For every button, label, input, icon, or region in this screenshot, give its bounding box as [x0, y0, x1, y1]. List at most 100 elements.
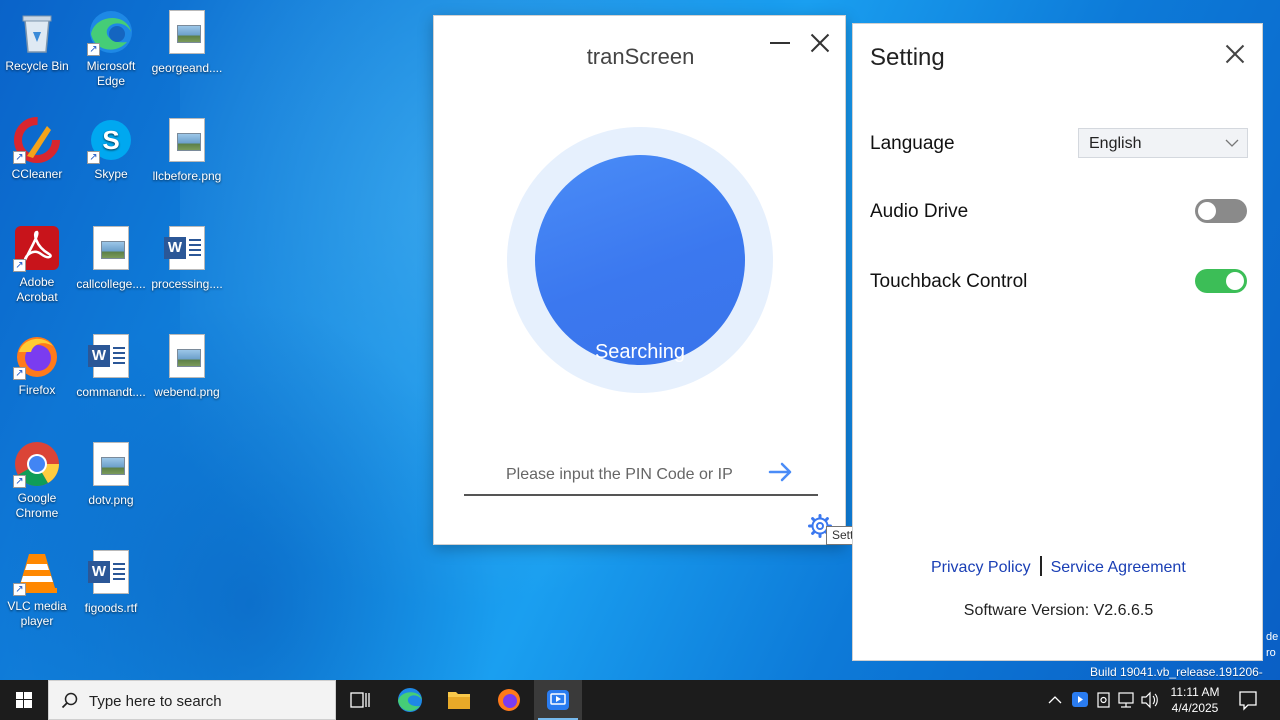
notification-icon	[1239, 691, 1257, 711]
desktop-icon-label: Firefox	[18, 383, 56, 397]
start-button[interactable]	[0, 680, 48, 720]
search-icon	[61, 692, 78, 709]
desktop-icon-label: Recycle Bin	[5, 59, 69, 73]
taskbar-edge[interactable]	[386, 680, 434, 720]
desktop-icon-dotv[interactable]: dotv.png	[73, 440, 149, 508]
toggle-knob	[1198, 202, 1216, 220]
desktop-icon-firefox[interactable]: ↗ Firefox	[0, 332, 75, 398]
notification-center-button[interactable]	[1234, 680, 1262, 720]
search-placeholder: Type here to search	[89, 693, 222, 710]
tray-volume[interactable]	[1139, 680, 1161, 720]
shortcut-arrow-icon: ↗	[13, 151, 26, 164]
desktop-icon-commandt[interactable]: W commandt....	[73, 332, 149, 400]
shortcut-arrow-icon: ↗	[13, 583, 26, 596]
privacy-policy-link[interactable]: Privacy Policy	[931, 559, 1031, 576]
settings-close-button[interactable]	[1223, 42, 1247, 66]
edge-icon: ↗	[87, 8, 135, 56]
desktop-icon-georgeand[interactable]: georgeand....	[149, 8, 225, 76]
desktop-icon-label: VLC media player	[7, 599, 67, 628]
language-label: Language	[870, 133, 955, 154]
network-icon	[1118, 692, 1134, 708]
taskbar-transcreen[interactable]	[534, 680, 582, 720]
taskbar-file-explorer[interactable]	[435, 680, 483, 720]
touchback-control-toggle[interactable]	[1195, 269, 1247, 293]
tray-device[interactable]	[1093, 680, 1115, 720]
task-view-button[interactable]	[336, 680, 384, 720]
desktop-icon-callcollege[interactable]: callcollege....	[73, 224, 149, 292]
task-view-icon	[350, 692, 370, 708]
show-hidden-icons-button[interactable]	[1044, 680, 1066, 720]
firefox-icon: ↗	[13, 332, 61, 380]
desktop-icon-webend[interactable]: webend.png	[149, 332, 225, 400]
searching-status: Searching	[594, 341, 686, 363]
vlc-icon: ↗	[13, 548, 61, 596]
clock-time: 11:11 AM	[1170, 685, 1220, 699]
desktop-icon-label: llcbefore.png	[152, 169, 222, 183]
language-value: English	[1089, 135, 1142, 152]
touchback-control-label: Touchback Control	[870, 271, 1028, 292]
pin-input[interactable]	[464, 456, 818, 496]
audio-drive-toggle[interactable]	[1195, 199, 1247, 223]
settings-panel: Setting Language English Audio Drive Tou…	[852, 23, 1263, 661]
transcreen-tray-icon	[1072, 692, 1088, 707]
image-file-icon	[163, 10, 211, 58]
tray-network[interactable]	[1116, 680, 1138, 720]
taskbar-search[interactable]: Type here to search	[48, 680, 336, 720]
chrome-icon: ↗	[13, 440, 61, 488]
watermark-text-fragment: ro	[1266, 647, 1276, 659]
close-button[interactable]	[808, 30, 832, 54]
desktop-icon-label: georgeand....	[151, 61, 223, 75]
desktop-icon-label: Google Chrome	[15, 491, 59, 520]
device-icon	[1097, 692, 1110, 708]
desktop-icon-label: figoods.rtf	[84, 601, 138, 615]
desktop-icon-edge[interactable]: ↗ Microsoft Edge	[73, 8, 149, 89]
search-circle[interactable]	[535, 155, 745, 365]
arrow-right-icon[interactable]	[767, 458, 795, 486]
desktop-icon-ccleaner[interactable]: ↗ CCleaner	[0, 116, 75, 182]
shortcut-arrow-icon: ↗	[13, 367, 26, 380]
link-separator	[1039, 556, 1042, 576]
desktop-icon-llcbefore[interactable]: llcbefore.png	[149, 116, 225, 184]
shortcut-arrow-icon: ↗	[13, 259, 26, 272]
desktop-icon-skype[interactable]: S ↗ Skype	[73, 116, 149, 182]
desktop-icon-processing[interactable]: W processing....	[149, 224, 225, 292]
desktop-icon-recycle-bin[interactable]: Recycle Bin	[0, 8, 75, 74]
desktop-icon-label: Skype	[94, 167, 128, 181]
word-file-icon: W	[87, 334, 135, 382]
shortcut-arrow-icon: ↗	[13, 475, 26, 488]
minimize-button[interactable]	[768, 30, 794, 56]
edge-icon	[398, 688, 422, 712]
taskbar-clock[interactable]: 11:11 AM 4/4/2025	[1160, 684, 1230, 716]
clock-date: 4/4/2025	[1171, 701, 1219, 715]
watermark-text-fragment: de	[1266, 631, 1279, 643]
speaker-icon	[1141, 691, 1158, 709]
folder-icon	[448, 692, 470, 709]
toggle-knob	[1226, 272, 1244, 290]
chevron-down-icon	[1225, 139, 1239, 147]
taskbar-firefox[interactable]	[485, 680, 533, 720]
desktop-icon-label: Adobe Acrobat	[16, 275, 58, 304]
chevron-up-icon	[1048, 696, 1062, 704]
desktop-icon-label: commandt....	[76, 385, 146, 399]
desktop-icon-acrobat[interactable]: ↗ Adobe Acrobat	[0, 224, 75, 305]
transcreen-icon	[547, 690, 569, 710]
taskbar: Type here to search 11:11 AM 4/4/2025	[0, 680, 1280, 720]
word-file-icon: W	[87, 550, 135, 598]
image-file-icon	[163, 118, 211, 166]
legal-links: Privacy Policy Service Agreement	[931, 556, 1186, 577]
desktop-icon-label: callcollege....	[76, 277, 146, 291]
language-select[interactable]: English	[1078, 128, 1248, 158]
tray-transcreen[interactable]	[1069, 680, 1091, 720]
svg-text:S: S	[102, 125, 119, 155]
shortcut-arrow-icon: ↗	[87, 43, 100, 56]
desktop-icon-chrome[interactable]: ↗ Google Chrome	[0, 440, 75, 521]
settings-title: Setting	[870, 44, 945, 71]
desktop-icon-label: processing....	[151, 277, 223, 291]
desktop-icon-figoods[interactable]: W figoods.rtf	[73, 548, 149, 616]
firefox-icon	[498, 689, 520, 711]
audio-drive-label: Audio Drive	[870, 201, 969, 222]
desktop-icon-vlc[interactable]: ↗ VLC media player	[0, 548, 75, 629]
desktop-icon-label: Microsoft Edge	[86, 59, 136, 88]
shortcut-arrow-icon: ↗	[87, 151, 100, 164]
service-agreement-link[interactable]: Service Agreement	[1051, 559, 1186, 576]
